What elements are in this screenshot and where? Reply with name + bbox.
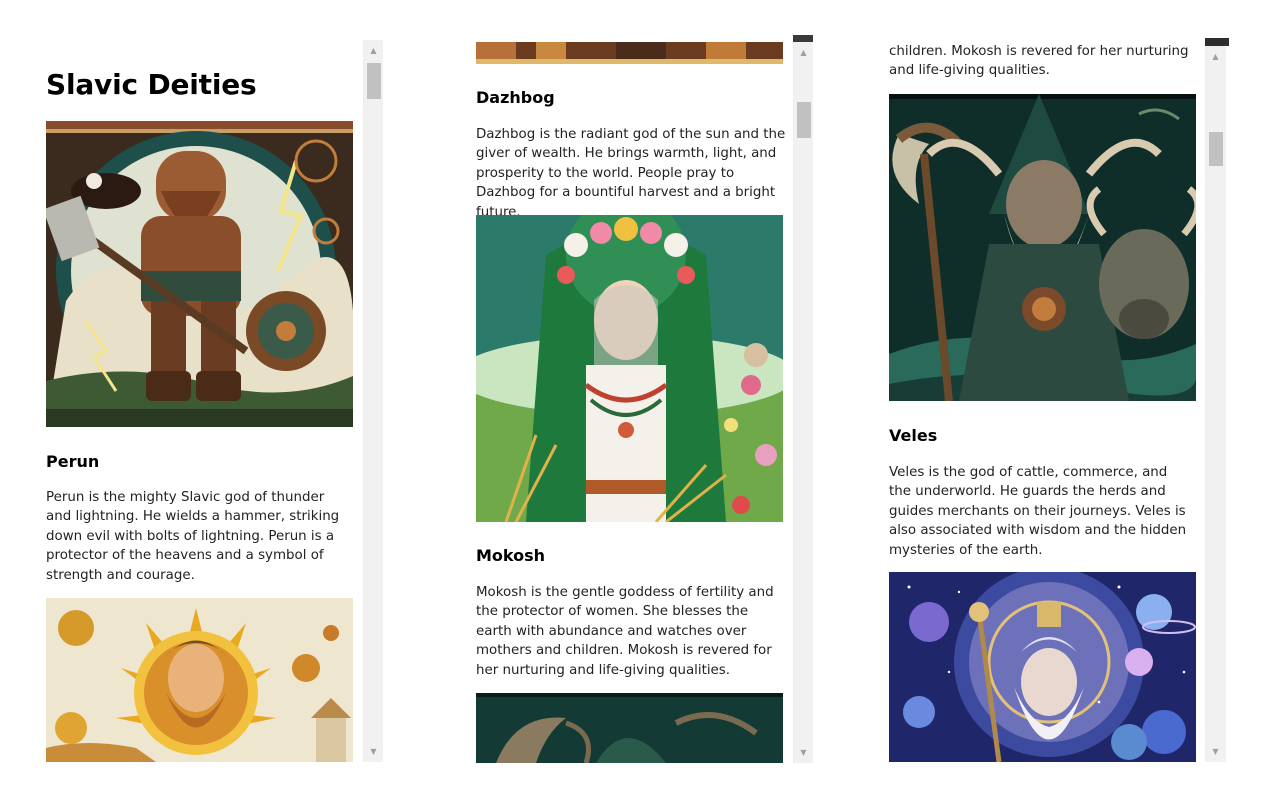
- page-viewport: Dazhbog Dazhbog is the radiant god of th…: [466, 35, 793, 763]
- browser-pane-3: children. Mokosh is revered for her nurt…: [877, 38, 1229, 762]
- browser-pane-1: Slavic Deities Perun Perun is the mighty…: [36, 40, 383, 762]
- veles-image-top: [476, 693, 783, 763]
- dazhbog-image: [46, 598, 353, 762]
- browser-pane-2: Dazhbog Dazhbog is the radiant god of th…: [466, 35, 813, 763]
- scroll-up-arrow-icon[interactable]: ▲: [794, 44, 813, 61]
- page-viewport: children. Mokosh is revered for her nurt…: [877, 38, 1205, 762]
- scrollbar-thumb[interactable]: [367, 63, 381, 99]
- dazhbog-heading: Dazhbog: [476, 88, 555, 107]
- veles-image: [889, 94, 1196, 401]
- perun-heading: Perun: [46, 452, 100, 471]
- perun-description: Perun is the mighty Slavic god of thunde…: [46, 490, 340, 583]
- mokosh-heading: Mokosh: [476, 546, 546, 565]
- veles-description: Veles is the god of cattle, commerce, an…: [889, 465, 1187, 558]
- veles-heading: Veles: [889, 426, 938, 445]
- page-title: Slavic Deities: [46, 68, 257, 101]
- scroll-up-arrow-icon[interactable]: ▲: [1206, 48, 1225, 65]
- scroll-down-arrow-icon[interactable]: ▼: [1206, 743, 1225, 760]
- mokosh-description: Mokosh is the gentle goddess of fertilit…: [476, 585, 774, 678]
- page-viewport: Slavic Deities Perun Perun is the mighty…: [36, 40, 363, 762]
- mokosh-image: [476, 215, 783, 522]
- perun-image-bottom-edge: [476, 42, 783, 64]
- scrollbar-thumb[interactable]: [1209, 132, 1223, 166]
- scroll-down-arrow-icon[interactable]: ▼: [794, 744, 813, 761]
- scrollbar[interactable]: ▲ ▼: [363, 40, 383, 762]
- scrollbar-thumb[interactable]: [797, 102, 811, 138]
- next-deity-image: [889, 572, 1196, 762]
- scrollbar[interactable]: ▲ ▼: [793, 42, 813, 763]
- scroll-down-arrow-icon[interactable]: ▼: [364, 743, 383, 760]
- scrollbar[interactable]: ▲ ▼: [1205, 46, 1226, 762]
- perun-image: [46, 121, 353, 427]
- mokosh-description-tail: children. Mokosh is revered for her nurt…: [889, 44, 1189, 79]
- scroll-up-arrow-icon[interactable]: ▲: [364, 42, 383, 59]
- dazhbog-description: Dazhbog is the radiant god of the sun an…: [476, 127, 786, 220]
